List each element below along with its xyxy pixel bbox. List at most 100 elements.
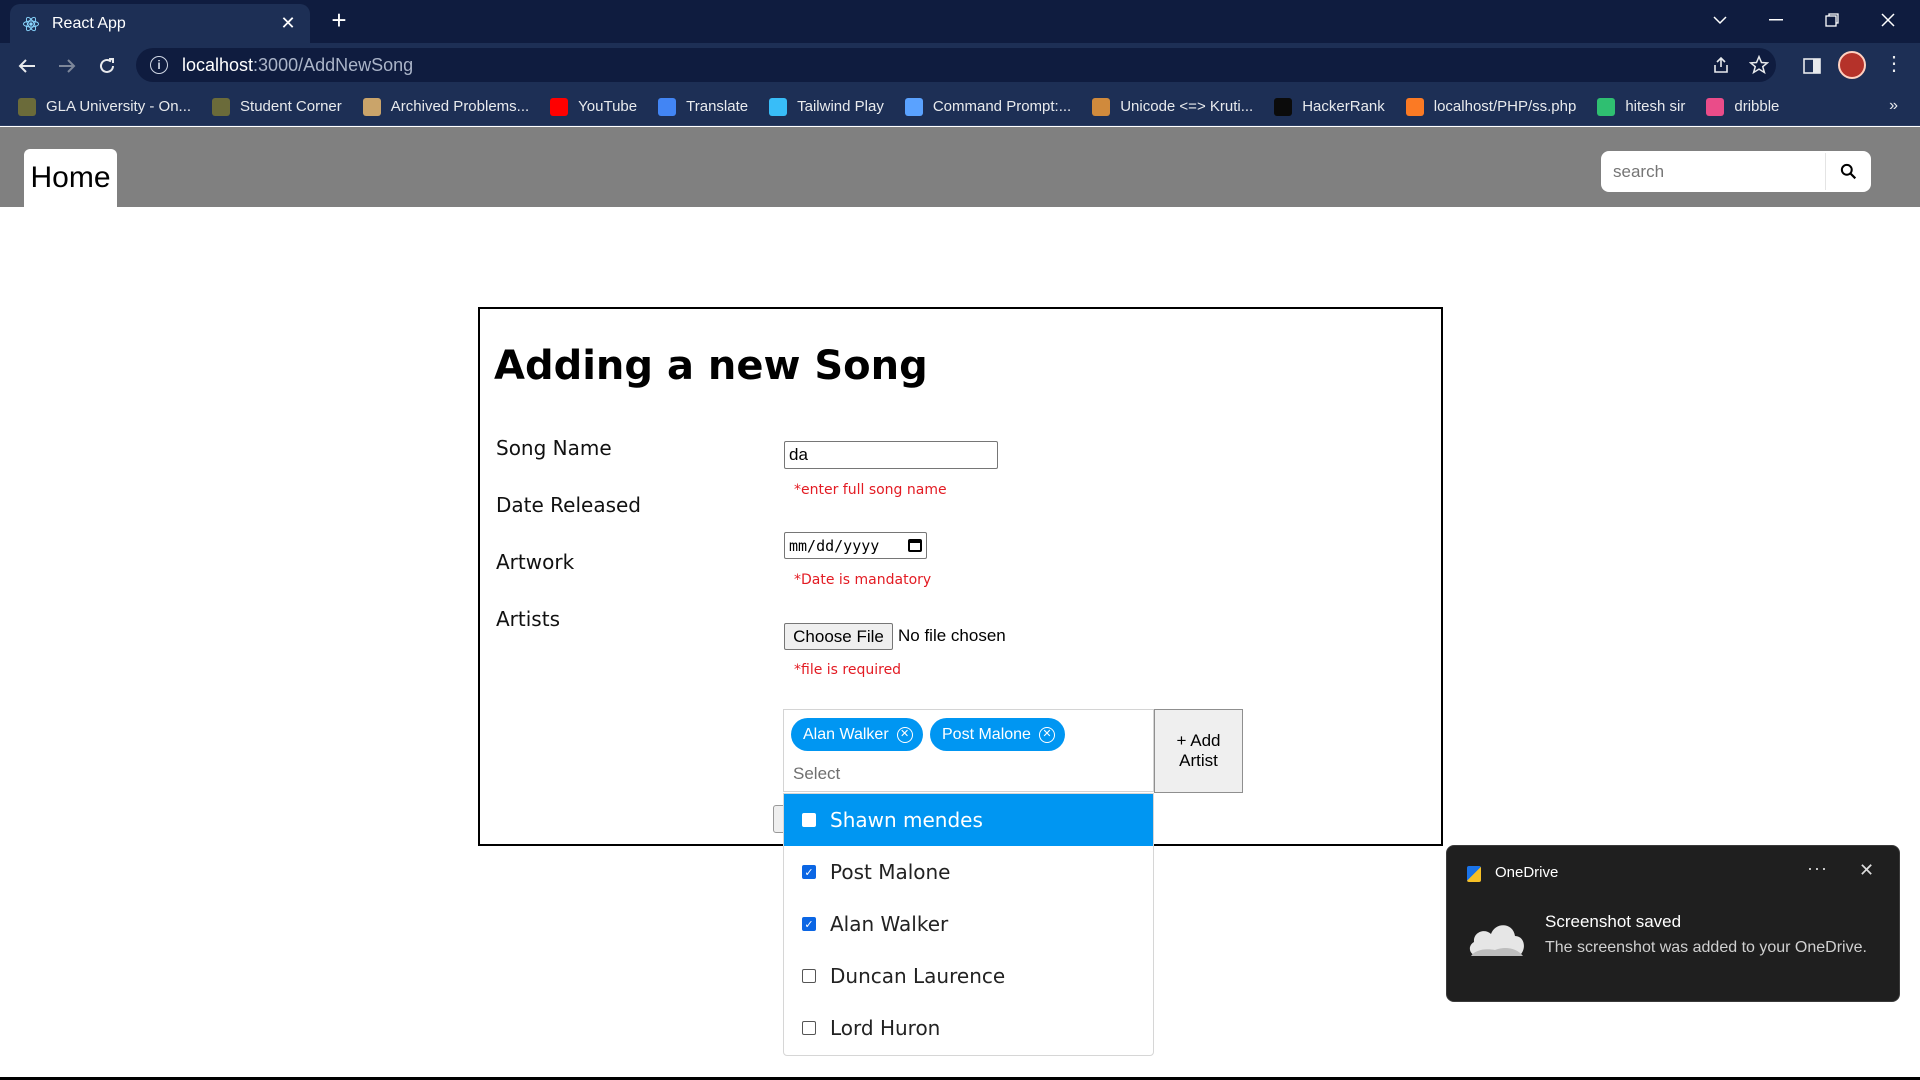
browser-tab-strip: React App ✕ +	[0, 0, 1920, 43]
pe-icon	[362, 97, 381, 116]
artists-multiselect[interactable]: Alan Walker ✕ Post Malone ✕ Select	[783, 709, 1154, 792]
window-close-button[interactable]	[1860, 0, 1916, 40]
home-link[interactable]: Home	[24, 149, 117, 207]
reload-icon[interactable]	[92, 51, 122, 81]
bookmark-label: GLA University - On...	[46, 98, 192, 115]
bookmark-item[interactable]: localhost/PHP/ss.php	[1405, 97, 1577, 116]
add-artist-button[interactable]: + Add Artist	[1154, 709, 1243, 793]
bookmark-label: Tailwind Play	[797, 98, 884, 115]
song-name-error: *enter full song name	[794, 482, 947, 498]
chip-label: Alan Walker	[803, 725, 889, 743]
bookmarks-bar: GLA University - On... Student Corner Arch…	[0, 88, 1920, 126]
search-button[interactable]	[1826, 151, 1870, 192]
artist-option[interactable]: Shawn mendes	[784, 794, 1153, 846]
new-tab-button[interactable]: +	[325, 6, 353, 34]
select-placeholder: Select	[793, 764, 841, 783]
notification-body: The screenshot was added to your OneDriv…	[1545, 939, 1867, 956]
url-path: :3000/AddNewSong	[253, 54, 414, 75]
calendar-icon[interactable]	[908, 539, 922, 552]
tab-title: React App	[52, 14, 126, 32]
artist-option-label: Alan Walker	[830, 912, 949, 936]
browser-toolbar: i localhost:3000/AddNewSong ⋮	[0, 43, 1920, 88]
bookmark-star-icon[interactable]	[1748, 54, 1770, 76]
artist-option[interactable]: ✓ Alan Walker	[784, 898, 1153, 950]
artists-label: Artists	[496, 607, 560, 631]
onedrive-notification: OneDrive ··· ✕ Screenshot saved The scre…	[1446, 845, 1900, 1002]
address-bar[interactable]: i localhost:3000/AddNewSong	[136, 48, 1776, 82]
site-info-icon[interactable]: i	[150, 56, 168, 74]
app-navbar: Home	[0, 127, 1920, 207]
notification-close-icon[interactable]: ✕	[1859, 860, 1874, 881]
bookmark-item[interactable]: Student Corner	[212, 97, 342, 116]
artists-dropdown: Shawn mendes ✓ Post Malone ✓ Alan Walker Dunc…	[783, 793, 1154, 1056]
date-released-label: Date Released	[496, 493, 641, 517]
bookmark-label: Student Corner	[240, 98, 342, 115]
search-input[interactable]	[1601, 153, 1826, 190]
back-arrow-icon[interactable]	[12, 51, 42, 81]
gla-icon	[212, 97, 231, 116]
bookmark-item[interactable]: Command Prompt:...	[904, 97, 1071, 116]
bookmark-item[interactable]: Tailwind Play	[769, 97, 884, 116]
translate-icon	[658, 97, 677, 116]
tab-close-icon[interactable]: ✕	[278, 13, 298, 34]
side-panel-icon[interactable]	[1797, 51, 1827, 81]
checkbox-icon[interactable]	[802, 969, 816, 983]
bookmark-item[interactable]: Unicode <=> Kruti...	[1092, 97, 1254, 116]
artist-chip: Alan Walker ✕	[791, 718, 923, 751]
file-error: *file is required	[794, 662, 902, 678]
forward-arrow-icon[interactable]	[52, 51, 82, 81]
react-icon	[22, 15, 40, 33]
artist-option[interactable]: Duncan Laurence	[784, 950, 1153, 1002]
onedrive-app-icon	[1467, 866, 1481, 882]
anchor-icon	[904, 97, 923, 116]
chip-remove-icon[interactable]: ✕	[896, 726, 913, 743]
artist-option[interactable]: Lord Huron	[784, 1002, 1153, 1054]
checkbox-checked-icon[interactable]: ✓	[802, 865, 816, 879]
bookmark-item[interactable]: Translate	[658, 97, 748, 116]
more-bookmarks-icon[interactable]: »	[1889, 97, 1898, 115]
search-box	[1601, 151, 1871, 192]
restore-button[interactable]	[1804, 0, 1860, 40]
notification-heading: Screenshot saved	[1545, 912, 1682, 931]
tab-search-chevron-icon[interactable]	[1692, 0, 1748, 40]
add-artist-label: + Add Artist	[1176, 731, 1221, 770]
bookmark-label: Unicode <=> Kruti...	[1120, 98, 1254, 115]
song-name-input[interactable]	[784, 441, 998, 469]
minimize-button[interactable]	[1748, 0, 1804, 40]
bookmark-label: hitesh sir	[1625, 98, 1686, 115]
date-released-input[interactable]: mm/dd/yyyy	[784, 532, 927, 559]
dribbble-icon	[1706, 97, 1725, 116]
checkbox-checked-icon[interactable]: ✓	[802, 917, 816, 931]
browser-menu-icon[interactable]: ⋮	[1884, 51, 1904, 76]
chip-label: Post Malone	[942, 725, 1031, 743]
bookmark-item[interactable]: dribble	[1706, 97, 1780, 116]
tailwind-icon	[769, 97, 788, 116]
file-status: No file chosen	[898, 626, 1006, 645]
unicode-icon	[1092, 97, 1111, 116]
share-icon[interactable]	[1710, 54, 1732, 76]
checkbox-icon[interactable]	[802, 1021, 816, 1035]
artist-option-label: Shawn mendes	[830, 808, 983, 832]
choose-file-button[interactable]: Choose File	[784, 623, 893, 650]
bookmark-item[interactable]: Archived Problems...	[362, 97, 529, 116]
bookmark-label: localhost/PHP/ss.php	[1433, 98, 1577, 115]
cloud-icon	[1469, 925, 1524, 956]
profile-avatar[interactable]	[1838, 51, 1866, 79]
xampp-icon	[1405, 97, 1424, 116]
checkbox-icon[interactable]	[802, 813, 816, 827]
youtube-icon	[550, 97, 569, 116]
bookmark-item[interactable]: HackerRank	[1274, 97, 1385, 116]
more-options-icon[interactable]: ···	[1807, 858, 1828, 879]
date-placeholder: mm/dd/yyyy	[789, 536, 880, 555]
artist-option-label: Lord Huron	[830, 1016, 941, 1040]
url-host: localhost	[182, 54, 254, 75]
bookmark-item[interactable]: GLA University - On...	[18, 97, 192, 116]
bookmark-item[interactable]: hitesh sir	[1597, 97, 1686, 116]
browser-tab[interactable]: React App ✕	[10, 4, 310, 43]
artist-option-label: Duncan Laurence	[830, 964, 1006, 988]
artist-chip: Post Malone ✕	[930, 718, 1065, 751]
artist-option[interactable]: ✓ Post Malone	[784, 846, 1153, 898]
bookmark-item[interactable]: YouTube	[550, 97, 637, 116]
chip-remove-icon[interactable]: ✕	[1038, 726, 1055, 743]
bookmark-label: dribble	[1734, 98, 1780, 115]
